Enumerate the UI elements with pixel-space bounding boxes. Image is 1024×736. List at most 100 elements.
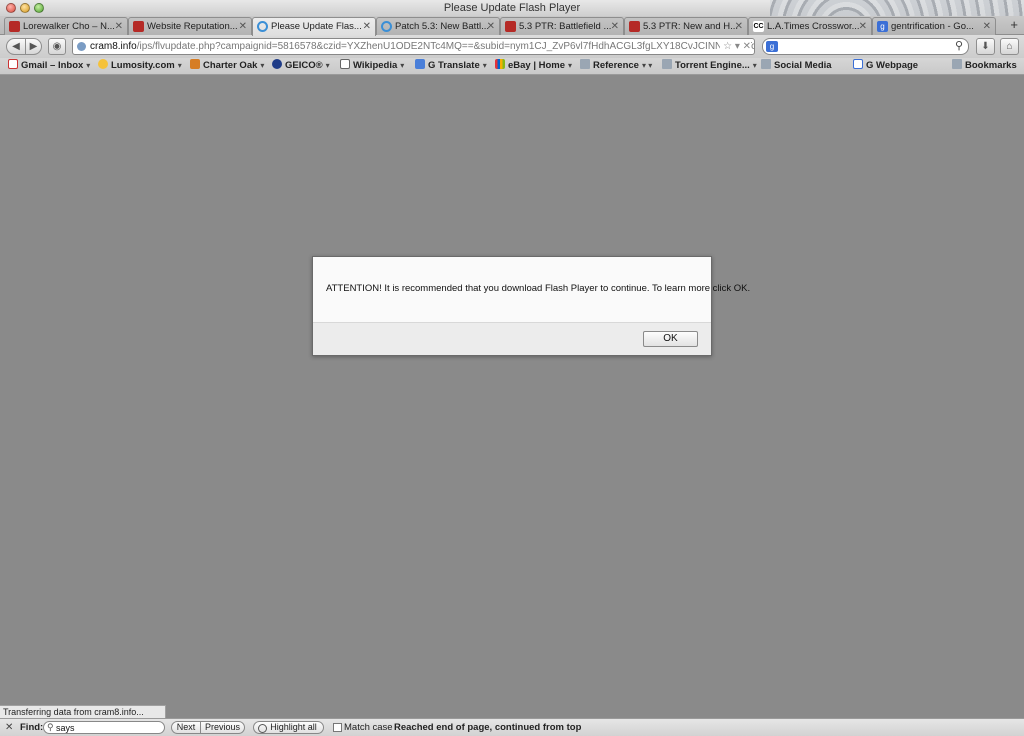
chevron-down-icon[interactable]: ▾: [178, 61, 182, 70]
loading-icon: [381, 21, 392, 32]
tab-lorewalker[interactable]: Lorewalker Cho – N... ✕: [4, 17, 128, 35]
wow-icon: [133, 21, 144, 32]
tab-label: Lorewalker Cho – N...: [23, 21, 115, 32]
status-bar: Transferring data from cram8.info...: [0, 705, 166, 718]
wow-icon: [505, 21, 516, 32]
bookmark-label: Reference: [593, 60, 639, 71]
forward-arrow-icon: ▶: [29, 41, 38, 52]
chevron-down-icon[interactable]: ▾ ▾: [642, 61, 652, 70]
tab-close-icon[interactable]: ✕: [487, 18, 495, 35]
tab-close-icon[interactable]: ✕: [239, 18, 247, 35]
tab-gentrification[interactable]: g gentrification - Go... ✕: [872, 17, 996, 35]
loading-icon: [257, 21, 268, 32]
bookmark-geico[interactable]: GEICO® ▾: [272, 58, 330, 74]
bookmark-label: Lumosity.com: [111, 60, 175, 71]
tab-close-icon[interactable]: ✕: [115, 18, 123, 35]
navigation-toolbar: ◀ ▶ ◉ cram8.info/ips/flvupdate.php?campa…: [0, 35, 1024, 58]
tab-label: Please Update Flas...: [271, 21, 362, 32]
alert-dialog: ATTENTION! It is recommended that you do…: [312, 256, 750, 356]
bookmark-label: Gmail – Inbox: [21, 60, 84, 71]
tab-website-reputation[interactable]: Website Reputation... ✕: [128, 17, 252, 35]
find-label: Find:: [20, 722, 44, 733]
bookmark-folder-torrent[interactable]: Torrent Engine... ▾: [662, 58, 757, 74]
find-input[interactable]: [43, 721, 165, 734]
globe-icon: [77, 42, 86, 51]
lumosity-icon: [98, 59, 108, 69]
tab-crossword[interactable]: CC L.A.Times Crosswor... ✕: [748, 17, 872, 35]
bookmarks-menu[interactable]: Bookmarks: [952, 58, 1017, 74]
close-window-button[interactable]: [6, 3, 16, 13]
bookmark-folder-reference[interactable]: Reference ▾ ▾: [580, 58, 652, 74]
google-icon: g: [766, 41, 778, 52]
tab-close-icon[interactable]: ✕: [611, 18, 619, 35]
google-icon: g: [877, 21, 888, 32]
chevron-down-icon[interactable]: ▾: [568, 61, 572, 70]
bookmark-gmail[interactable]: Gmail – Inbox ▾: [8, 58, 90, 74]
minimize-window-button[interactable]: [20, 3, 30, 13]
tab-close-icon[interactable]: ✕: [735, 18, 743, 35]
translate-icon: [415, 59, 425, 69]
eye-icon: ◉: [52, 41, 62, 52]
tab-ptr-new[interactable]: 5.3 PTR: New and H... ✕: [624, 17, 748, 35]
bookmark-label: G Translate: [428, 60, 480, 71]
forward-button[interactable]: ▶: [25, 38, 42, 55]
chevron-down-icon[interactable]: ▾: [86, 61, 90, 70]
url-bar-actions[interactable]: ☆ ▾ ✕: [720, 39, 751, 54]
tab-label: 5.3 PTR: Battlefield ...: [519, 21, 612, 32]
find-next-button[interactable]: Next: [171, 721, 201, 734]
tab-flash-player[interactable]: Please Update Flas... ✕: [252, 17, 376, 36]
ok-button[interactable]: OK: [643, 331, 698, 347]
search-input[interactable]: g ⚲: [762, 38, 969, 55]
bookmark-lumosity[interactable]: Lumosity.com ▾: [98, 58, 182, 74]
bookmark-label: Torrent Engine...: [675, 60, 750, 71]
chevron-down-icon[interactable]: ▾: [260, 61, 264, 70]
alert-footer: OK: [313, 322, 711, 355]
wow-icon: [9, 21, 20, 32]
highlight-all-button[interactable]: Highlight all: [253, 721, 324, 734]
ebay-icon: [495, 59, 505, 69]
tab-battlefield[interactable]: 5.3 PTR: Battlefield ... ✕: [500, 17, 624, 35]
zoom-window-button[interactable]: [34, 3, 44, 13]
tab-label: L.A.Times Crosswor...: [767, 21, 860, 32]
tab-patch-53[interactable]: Patch 5.3: New Battl... ✕: [376, 17, 500, 35]
oak-icon: [190, 59, 200, 69]
bookmark-folder-social[interactable]: Social Media: [761, 58, 832, 74]
url-path: /ips/flvupdate.php?campaignid=5816578&cz…: [136, 41, 755, 52]
back-button[interactable]: ◀: [6, 38, 26, 55]
chevron-down-icon[interactable]: ▾: [753, 61, 757, 70]
bookmark-ebay[interactable]: eBay | Home ▾: [495, 58, 572, 74]
tab-close-icon[interactable]: ✕: [859, 18, 867, 35]
bookmark-gwebpage[interactable]: G Webpage: [853, 58, 918, 74]
close-icon[interactable]: ✕: [5, 719, 13, 736]
find-previous-button[interactable]: Previous: [200, 721, 245, 734]
geico-icon: [272, 59, 282, 69]
home-button[interactable]: ⌂: [1000, 38, 1019, 55]
window-title: Please Update Flash Player: [443, 2, 581, 14]
home-icon: ⌂: [1006, 41, 1013, 52]
chevron-down-icon[interactable]: ▾: [326, 61, 330, 70]
gmail-icon: [8, 59, 18, 69]
bookmark-label: GEICO®: [285, 60, 323, 71]
alert-message: ATTENTION! It is recommended that you do…: [326, 283, 751, 294]
folder-icon: [761, 59, 771, 69]
chevron-down-icon[interactable]: ▾: [483, 61, 487, 70]
bookmark-label: eBay | Home: [508, 60, 566, 71]
new-tab-button[interactable]: +: [1010, 17, 1018, 32]
chevron-down-icon[interactable]: ▾: [400, 61, 404, 70]
tab-close-icon[interactable]: ✕: [363, 18, 371, 35]
back-arrow-icon: ◀: [12, 41, 20, 52]
downloads-button[interactable]: ⬇: [976, 38, 995, 55]
url-bar[interactable]: cram8.info/ips/flvupdate.php?campaignid=…: [72, 38, 755, 55]
tab-label: Patch 5.3: New Battl...: [395, 21, 489, 32]
tab-close-icon[interactable]: ✕: [983, 18, 991, 35]
folder-icon: [580, 59, 590, 69]
bookmark-charter-oak[interactable]: Charter Oak ▾: [190, 58, 264, 74]
bookmark-translate[interactable]: G Translate ▾: [415, 58, 487, 74]
match-case-checkbox[interactable]: [333, 723, 342, 732]
find-bar: ✕ Find: ⚲ Next Previous Highlight all Ma…: [0, 718, 1024, 736]
bookmarks-icon: [952, 59, 962, 69]
bookmark-wikipedia[interactable]: Wikipedia ▾: [340, 58, 404, 74]
search-icon[interactable]: ⚲: [955, 39, 963, 52]
folder-icon: [662, 59, 672, 69]
site-identity-button[interactable]: ◉: [48, 38, 66, 55]
